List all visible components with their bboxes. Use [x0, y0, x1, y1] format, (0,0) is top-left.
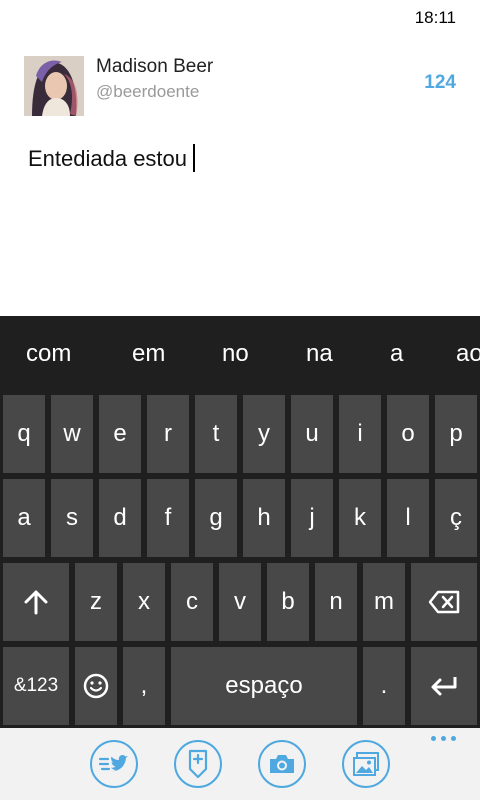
key-y[interactable]: y [243, 395, 285, 473]
smiley-icon [83, 673, 109, 699]
key-d[interactable]: d [99, 479, 141, 557]
key-n[interactable]: n [315, 563, 357, 641]
more-dot [431, 736, 436, 741]
key-s[interactable]: s [51, 479, 93, 557]
suggestion-item[interactable]: ao [456, 340, 480, 368]
tweet-compose-screen: 18:11 Madison Beer @beerdoente 124 Ented… [0, 0, 480, 800]
key-c[interactable]: c [171, 563, 213, 641]
emoji-key[interactable] [75, 647, 117, 725]
tweet-text: Entediada estou [28, 146, 188, 171]
more-options-button[interactable] [431, 736, 456, 741]
backspace-icon [428, 590, 460, 614]
more-dot [451, 736, 456, 741]
character-counter: 124 [424, 72, 456, 93]
user-handle: @beerdoente [96, 82, 200, 101]
suggestion-item[interactable]: com [26, 340, 71, 368]
symbols-key[interactable]: &123 [3, 647, 69, 725]
suggestion-item[interactable]: no [222, 340, 249, 368]
app-bar [0, 728, 480, 800]
suggestion-item[interactable]: na [306, 340, 333, 368]
suggestion-item[interactable]: em [132, 340, 165, 368]
key-c-cedilla[interactable]: ç [435, 479, 477, 557]
key-h[interactable]: h [243, 479, 285, 557]
camera-icon [270, 755, 294, 773]
key-p[interactable]: p [435, 395, 477, 473]
more-dot [441, 736, 446, 741]
shift-key[interactable] [3, 563, 69, 641]
key-v[interactable]: v [219, 563, 261, 641]
status-bar: 18:11 [0, 0, 480, 34]
display-name: Madison Beer [96, 56, 214, 77]
key-j[interactable]: j [291, 479, 333, 557]
word-suggestions-bar: com em no na a ao [0, 316, 480, 392]
text-cursor [193, 144, 196, 172]
key-i[interactable]: i [339, 395, 381, 473]
space-key[interactable]: espaço [171, 647, 357, 725]
suggestion-item[interactable]: a [390, 340, 403, 368]
backspace-key[interactable] [411, 563, 477, 641]
key-f[interactable]: f [147, 479, 189, 557]
key-l[interactable]: l [387, 479, 429, 557]
shift-arrow-icon [24, 590, 48, 615]
key-w[interactable]: w [51, 395, 93, 473]
key-a[interactable]: a [3, 479, 45, 557]
enter-key[interactable] [411, 647, 477, 725]
status-time: 18:11 [414, 8, 456, 27]
tweet-text-input[interactable]: Entediada estou [28, 144, 448, 176]
compose-tweet-icon [99, 755, 128, 772]
on-screen-keyboard: com em no na a ao q w e r t y u i o p a … [0, 316, 480, 728]
period-key[interactable]: . [363, 647, 405, 725]
key-q[interactable]: q [3, 395, 45, 473]
comma-key[interactable]: , [123, 647, 165, 725]
enter-icon [431, 677, 457, 696]
avatar[interactable] [24, 56, 84, 116]
add-location-icon [188, 749, 208, 779]
key-b[interactable]: b [267, 563, 309, 641]
key-z[interactable]: z [75, 563, 117, 641]
gallery-icon [353, 752, 379, 776]
key-m[interactable]: m [363, 563, 405, 641]
key-u[interactable]: u [291, 395, 333, 473]
send-tweet-button[interactable] [90, 740, 138, 788]
key-r[interactable]: r [147, 395, 189, 473]
key-k[interactable]: k [339, 479, 381, 557]
key-o[interactable]: o [387, 395, 429, 473]
camera-button[interactable] [258, 740, 306, 788]
add-location-button[interactable] [174, 740, 222, 788]
key-t[interactable]: t [195, 395, 237, 473]
account-header: Madison Beer @beerdoente 124 [24, 56, 456, 116]
key-x[interactable]: x [123, 563, 165, 641]
key-g[interactable]: g [195, 479, 237, 557]
gallery-button[interactable] [342, 740, 390, 788]
key-e[interactable]: e [99, 395, 141, 473]
